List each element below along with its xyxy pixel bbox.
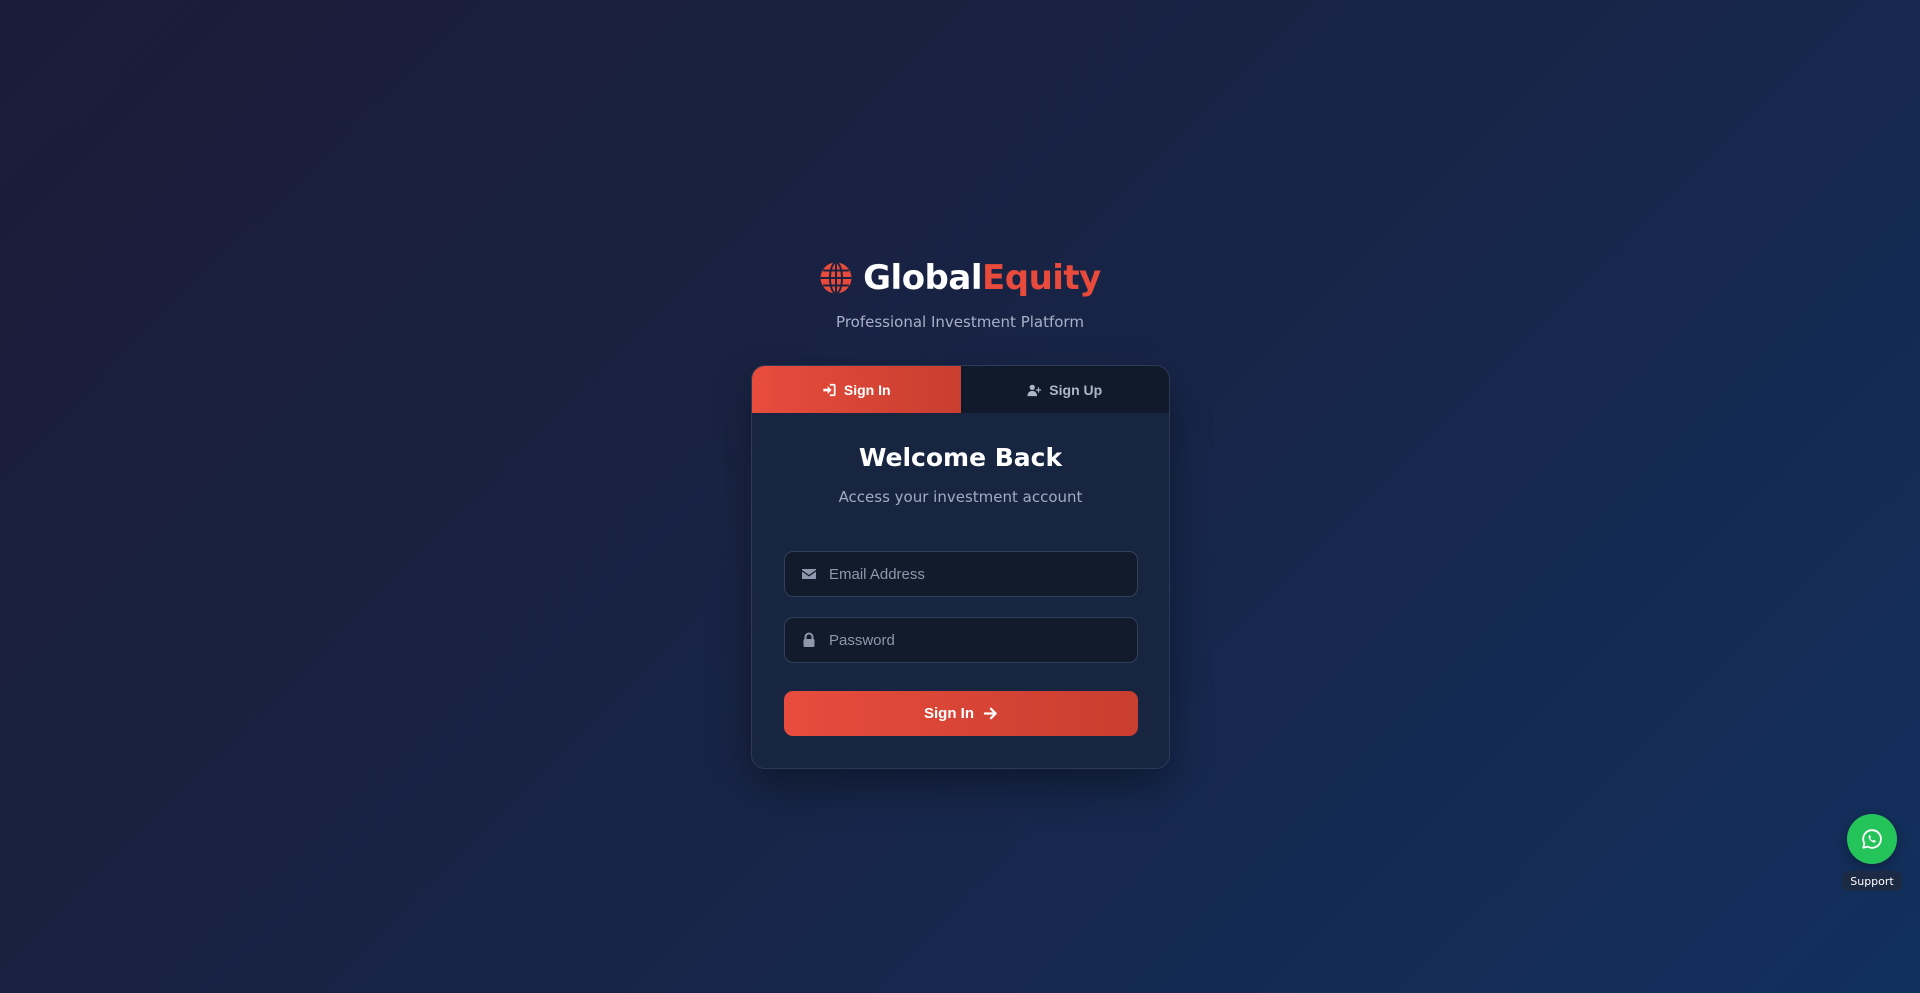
tab-sign-up[interactable]: Sign Up [960,366,1169,413]
support-label: Support [1842,871,1902,891]
globe-icon [820,261,852,295]
user-plus-icon [1027,384,1042,396]
arrow-right-icon [983,707,997,720]
auth-card: Sign In Sign Up Welcome Back Access your… [751,365,1170,769]
support-button[interactable] [1847,814,1897,864]
whatsapp-icon [1862,829,1882,849]
form-heading: Welcome Back [858,443,1063,472]
tab-sign-in[interactable]: Sign In [752,366,961,413]
email-field-wrapper [784,551,1138,597]
brand-logo: GlobalEquity [0,258,1920,298]
sign-in-button[interactable]: Sign In [784,691,1138,736]
brand-name-part1: Global [863,258,982,298]
auth-tabs: Sign In Sign Up [752,366,1169,413]
brand-name-part2: Equity [982,258,1101,298]
tab-sign-up-label: Sign Up [1049,381,1103,398]
password-field-wrapper [784,617,1138,663]
brand-name: GlobalEquity [863,258,1101,298]
password-field[interactable] [817,618,1137,662]
brand-tagline: Professional Investment Platform [836,313,1084,331]
email-field[interactable] [817,552,1137,596]
sign-in-icon [823,383,836,396]
tab-sign-in-label: Sign In [843,381,891,398]
envelope-icon [802,569,816,579]
sign-in-button-label: Sign In [924,705,974,722]
form-subheading: Access your investment account [838,488,1083,506]
lock-icon [803,632,815,647]
